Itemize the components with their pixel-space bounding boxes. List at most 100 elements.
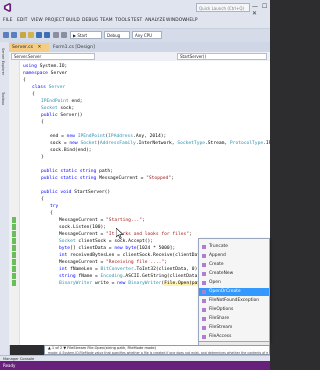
code-token: BinaryWriter (59, 281, 93, 286)
code-token: Socket (80, 141, 98, 146)
code-token: Encoding (100, 274, 123, 279)
completion-item-label: FileShare (209, 316, 230, 321)
completion-item-label: FileAccess (209, 334, 232, 339)
quick-launch-input[interactable]: Quick Launch (Ctrl+Q) (196, 3, 250, 12)
platform-dropdown[interactable]: Any CPU (132, 31, 162, 39)
code-line: } (41, 154, 44, 161)
completion-item-label: OpenOrCreate (209, 289, 241, 294)
code-token: IPAddress (108, 134, 134, 139)
completion-item[interactable]: Truncate (199, 243, 269, 251)
code-line: MessageCurrent = "Starting..."; (59, 217, 145, 224)
code-token: new (69, 141, 78, 146)
code-token: public (41, 113, 58, 118)
code-token: AddressFamily (99, 141, 136, 146)
member-dropdown[interactable]: StartServer() (177, 53, 267, 60)
completion-item[interactable]: Open (199, 279, 269, 287)
completion-item[interactable]: FileStream (199, 324, 269, 332)
code-token: MessageCurrent = (59, 260, 107, 265)
completion-item[interactable]: FileNotFoundException (199, 297, 269, 305)
code-line: try (50, 203, 58, 210)
redo-icon[interactable] (61, 32, 67, 38)
code-line: namespace Server (23, 70, 67, 77)
code-token: new byte (114, 246, 137, 251)
code-token: sock; (57, 106, 75, 111)
code-token: public static string (41, 176, 97, 181)
code-line: public void StartServer() (41, 189, 110, 196)
status-text: Ready (3, 363, 16, 368)
completion-item[interactable]: FileShare (199, 315, 269, 323)
toolbox-tab[interactable]: Toolbox (1, 92, 5, 105)
menu-debug[interactable]: DEBUG (82, 18, 98, 23)
open-file-icon[interactable] (28, 32, 34, 38)
start-button[interactable]: ▶ Start (70, 31, 102, 39)
code-line: { (50, 210, 53, 217)
code-token: .Any, 2014); (133, 134, 167, 139)
completion-item[interactable]: Append (199, 252, 269, 260)
completion-item[interactable]: FileOptions (199, 306, 269, 314)
code-line: int fNameLen = BitConverter.ToInt32(clie… (59, 266, 200, 273)
completion-item-label: CreateNew (209, 271, 234, 276)
completion-item[interactable]: CreateNew (199, 270, 269, 278)
menu-analyze[interactable]: ANALYZE (145, 18, 165, 23)
menu-bar: FILE EDIT VIEW PROJECT BUILD DEBUG TEAM … (0, 16, 270, 29)
server-explorer-tab[interactable]: Server Explorer (1, 48, 5, 75)
code-token: "Receiving file ...." (106, 260, 165, 265)
change-marker (12, 224, 16, 230)
close-icon[interactable]: ✕ (38, 45, 42, 50)
undo-icon[interactable] (53, 32, 59, 38)
back-icon[interactable] (3, 32, 9, 38)
code-token: "Starting..." (106, 218, 142, 223)
menu-build[interactable]: BUILD (66, 18, 80, 23)
tab-server-cs[interactable]: Server.cs ✕ (9, 43, 49, 52)
code-token: string (59, 274, 76, 279)
code-token: [1024 * 5000]; (136, 246, 176, 251)
code-token: end = (50, 134, 67, 139)
status-bar: Ready (0, 361, 270, 370)
code-token: Server (48, 85, 66, 90)
code-line: end = new IPEndPoint(IPAddress.Any, 2014… (50, 133, 166, 140)
menu-tools[interactable]: TOOLS (115, 18, 130, 23)
code-token: clientSock = sock.Accept(); (75, 239, 154, 244)
intellisense-completion-list[interactable]: Truncate Append Create CreateNew Open OpenOrC… (198, 238, 270, 342)
menu-window[interactable]: WINDOW (166, 18, 187, 23)
code-line: int receivedBytesLen = clientSock.Receiv… (59, 252, 208, 259)
code-token: public static string (41, 169, 97, 174)
change-marker (12, 273, 16, 279)
code-token: { (41, 197, 44, 202)
class-dropdown[interactable]: Server.Server (11, 53, 95, 60)
tab-label: Form1.cs [Design] (53, 45, 95, 50)
save-icon[interactable] (36, 32, 42, 38)
forward-icon[interactable] (11, 32, 17, 38)
change-marker (12, 252, 16, 258)
code-token: new (66, 134, 75, 139)
menu-test[interactable]: TEST (131, 18, 142, 23)
code-token: byte (59, 246, 71, 251)
code-line: sock.Listen(100); (59, 224, 106, 231)
code-token: ; (142, 218, 145, 223)
code-token: public void (41, 190, 72, 195)
menu-team[interactable]: TEAM (100, 18, 113, 23)
menu-view[interactable]: VIEW (31, 18, 43, 23)
code-token: .Stream, (205, 141, 230, 146)
completion-item[interactable]: FileAccess (199, 333, 269, 341)
editor-gutter (9, 61, 20, 345)
menu-edit[interactable]: EDIT (17, 18, 28, 23)
code-token: ; (189, 232, 192, 237)
completion-item[interactable]: Create (199, 261, 269, 269)
tab-form1-design[interactable]: Form1.cs [Design] (50, 43, 96, 52)
menu-project[interactable]: PROJECT (45, 18, 65, 23)
new-project-icon[interactable] (20, 32, 26, 38)
window-controls[interactable]: — ☐ ✕ (252, 3, 270, 17)
completion-item[interactable]: OpenOrCreate (199, 288, 269, 296)
save-all-icon[interactable] (44, 32, 50, 38)
menu-file[interactable]: FILE (3, 18, 12, 23)
code-token: .ToInt32(clientData, 0); (133, 267, 201, 272)
menu-help[interactable]: HELP (186, 18, 198, 23)
configuration-dropdown[interactable]: Debug (104, 31, 130, 39)
code-token: System.IO; (36, 64, 68, 69)
signature-help-tooltip: ▲ 1 of 2 ▼ FileStream File.Open(string p… (44, 345, 270, 355)
code-token: { (23, 78, 26, 83)
code-token: Server() (57, 113, 83, 118)
code-line: byte[] clientData = new byte[1024 * 5000… (59, 245, 175, 252)
code-token: fName = (75, 274, 101, 279)
